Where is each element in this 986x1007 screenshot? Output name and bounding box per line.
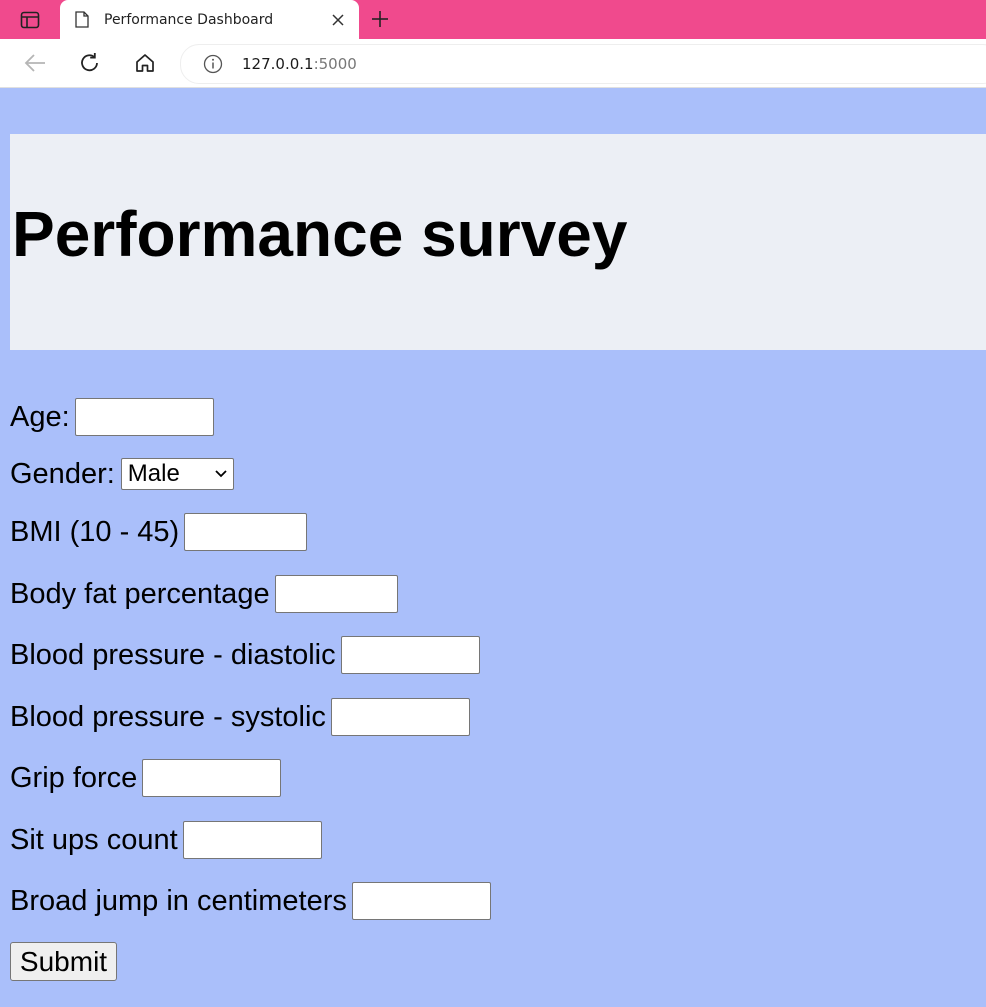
back-arrow-icon	[24, 54, 45, 72]
body-fat-input[interactable]	[274, 575, 398, 613]
broad-jump-row: Broad jump in centimeters	[10, 880, 491, 922]
sidebar-toggle-button[interactable]	[14, 9, 46, 31]
page-title: Performance survey	[12, 198, 628, 270]
bp-diastolic-input[interactable]	[340, 636, 480, 674]
sit-ups-input[interactable]	[182, 821, 322, 859]
plus-icon	[372, 11, 388, 27]
reload-icon	[81, 53, 98, 72]
url-port: :5000	[313, 55, 357, 73]
page-content: Performance survey Age: Gender: Male BMI…	[0, 88, 986, 1007]
bp-diastolic-label: Blood pressure - diastolic	[10, 638, 336, 671]
bp-diastolic-row: Blood pressure - diastolic	[10, 634, 480, 676]
active-tab[interactable]: Performance Dashboard	[60, 0, 359, 39]
age-input[interactable]	[74, 398, 214, 436]
close-icon[interactable]	[330, 12, 346, 28]
url-text: 127.0.0.1:5000	[242, 55, 357, 73]
home-icon	[136, 54, 154, 72]
browser-toolbar: 127.0.0.1:5000	[0, 39, 986, 88]
chevron-down-icon	[215, 470, 227, 478]
home-button[interactable]	[132, 50, 158, 76]
gender-selected-value: Male	[127, 460, 180, 487]
url-host: 127.0.0.1	[242, 55, 314, 73]
grip-force-input[interactable]	[142, 759, 282, 797]
age-row: Age:	[10, 396, 214, 438]
grip-force-row: Grip force	[10, 757, 282, 799]
new-tab-button[interactable]	[368, 7, 392, 31]
bmi-label: BMI (10 - 45)	[10, 515, 180, 548]
reload-button[interactable]	[77, 50, 103, 76]
bmi-row: BMI (10 - 45)	[10, 511, 308, 553]
tab-title: Performance Dashboard	[104, 11, 274, 28]
address-bar[interactable]: 127.0.0.1:5000	[180, 44, 986, 84]
bp-systolic-row: Blood pressure - systolic	[10, 696, 470, 738]
bp-systolic-label: Blood pressure - systolic	[10, 700, 326, 733]
body-fat-row: Body fat percentage	[10, 573, 398, 615]
broad-jump-label: Broad jump in centimeters	[10, 884, 347, 917]
sit-ups-row: Sit ups count	[10, 819, 322, 861]
gender-label: Gender:	[10, 457, 115, 490]
gender-select[interactable]: Male	[120, 458, 234, 490]
submit-button[interactable]: Submit	[10, 942, 117, 981]
back-button[interactable]	[22, 50, 48, 76]
info-icon[interactable]	[202, 53, 224, 75]
gender-row: Gender: Male	[10, 453, 234, 495]
sit-ups-label: Sit ups count	[10, 823, 178, 856]
bp-systolic-input[interactable]	[330, 698, 470, 736]
grip-force-label: Grip force	[10, 761, 138, 794]
body-fat-label: Body fat percentage	[10, 577, 270, 610]
broad-jump-input[interactable]	[351, 882, 491, 920]
page-header: Performance survey	[10, 134, 986, 350]
age-label: Age:	[10, 400, 70, 433]
sidebar-toggle-icon	[20, 11, 40, 29]
file-icon	[75, 11, 91, 29]
bmi-input[interactable]	[184, 513, 308, 551]
browser-tab-bar: Performance Dashboard	[0, 0, 986, 39]
